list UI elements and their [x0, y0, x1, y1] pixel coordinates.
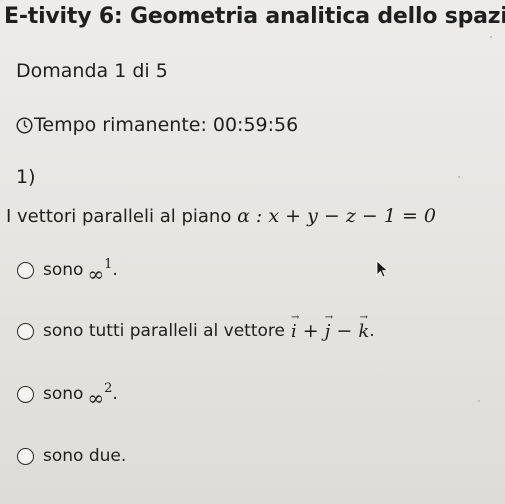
answer-option-2[interactable]: sono tutti paralleli al vettore → i + → j … [17, 312, 375, 342]
arrow-icon: → [290, 312, 300, 323]
option-text: sono due. [43, 446, 127, 466]
mouse-pointer-icon [376, 260, 390, 282]
question-prompt: I vettori paralleli al piano [6, 206, 232, 227]
exponent: 1 [104, 256, 113, 272]
option-punctuation: . [112, 384, 118, 404]
minus-sign: − [330, 320, 359, 342]
radio-button[interactable] [17, 322, 34, 340]
infinity-symbol: ∞ [87, 262, 105, 286]
question-text: I vettori paralleli al piano α : x + y −… [6, 205, 436, 227]
timer: Tempo rimanente: 00:59:56 [16, 114, 298, 136]
clock-icon [16, 116, 33, 134]
exponent: 2 [104, 380, 113, 396]
vector-expression: → i + → j − → k [290, 312, 370, 342]
vector-k: → k [358, 312, 370, 342]
option-text: sono tutti paralleli al vettore [43, 321, 285, 341]
arrow-icon: → [324, 312, 334, 323]
screen-speck [478, 400, 480, 402]
arrow-icon: → [359, 312, 368, 323]
option-text: sono [43, 260, 84, 280]
screen-speck [458, 176, 460, 178]
timer-value: 00:59:56 [212, 114, 299, 136]
page-title: E-tivity 6: Geometria analitica dello sp… [4, 4, 505, 29]
vector-i: → i [290, 312, 300, 342]
radio-button[interactable] [17, 385, 34, 403]
plane-equation: α : x + y − z − 1 = 0 [237, 205, 437, 227]
vector-j: → j [324, 312, 334, 342]
option-text: sono [43, 384, 84, 404]
option-punctuation: . [369, 321, 375, 341]
question-progress: Domanda 1 di 5 [16, 60, 168, 82]
question-number: 1) [16, 166, 36, 188]
radio-button[interactable] [17, 261, 34, 279]
option-punctuation: . [112, 260, 118, 280]
answer-option-4[interactable]: sono due. [17, 446, 126, 466]
answer-option-1[interactable]: sono ∞ 1. [17, 256, 118, 286]
screen-speck [490, 36, 492, 38]
answer-option-3[interactable]: sono ∞ 2. [17, 380, 118, 410]
timer-label: Tempo rimanente: [34, 114, 207, 136]
infinity-symbol: ∞ [87, 386, 105, 410]
radio-button[interactable] [17, 447, 34, 465]
plus-sign: + [296, 320, 325, 342]
quiz-page: E-tivity 6: Geometria analitica dello sp… [0, 0, 505, 504]
